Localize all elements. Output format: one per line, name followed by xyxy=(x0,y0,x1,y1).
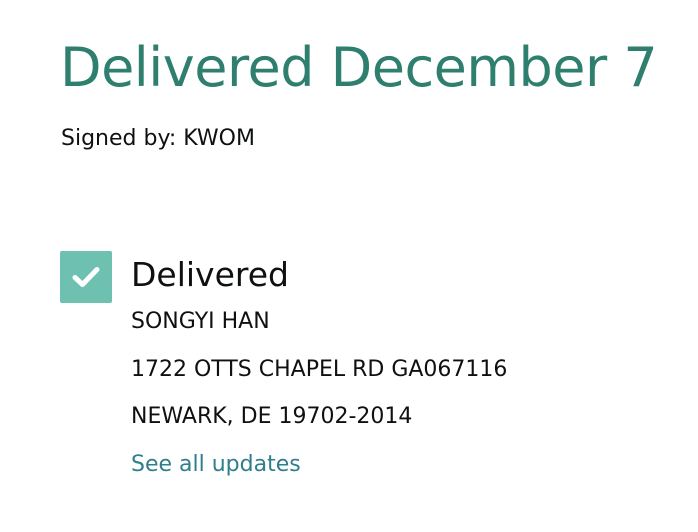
delivery-headline: Delivered December 7 xyxy=(60,36,658,99)
signed-by-text: Signed by: KWOM xyxy=(61,126,255,151)
see-all-updates-link[interactable]: See all updates xyxy=(131,452,301,478)
recipient-name: SONGYI HAN xyxy=(131,309,270,334)
check-icon xyxy=(60,251,112,303)
status-title: Delivered xyxy=(131,255,289,294)
address-line-1: 1722 OTTS CHAPEL RD GA067116 xyxy=(131,357,508,382)
address-line-2: NEWARK, DE 19702-2014 xyxy=(131,404,413,429)
